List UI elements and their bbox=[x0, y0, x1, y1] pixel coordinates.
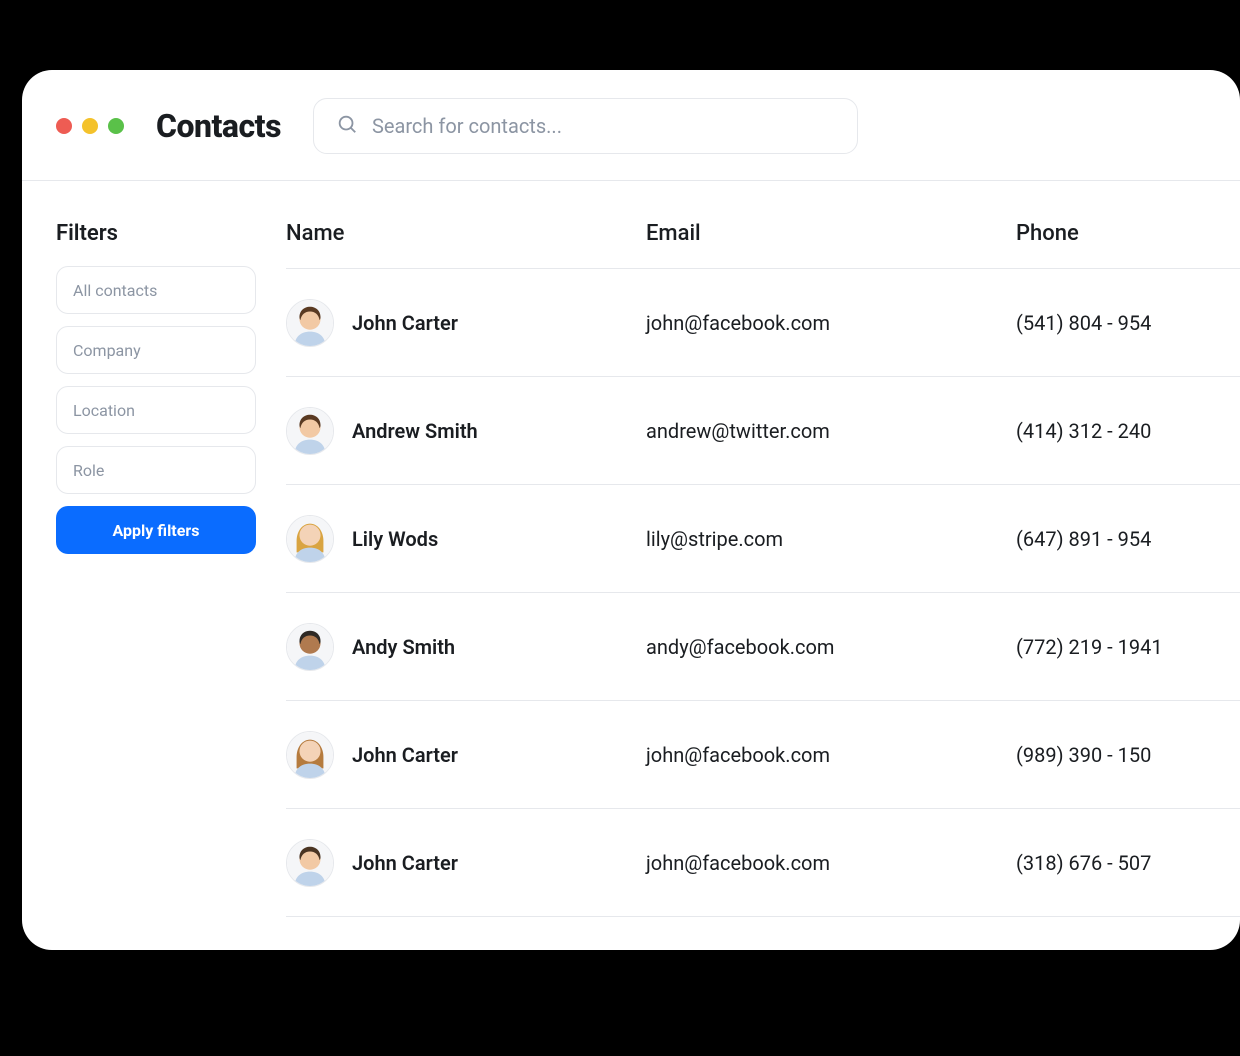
filter-role[interactable]: Role bbox=[56, 446, 256, 494]
cell-name: Andy Smith bbox=[286, 623, 646, 671]
table-body: John Carter john@facebook.com (541) 804 … bbox=[286, 269, 1240, 917]
filter-company[interactable]: Company bbox=[56, 326, 256, 374]
contact-name: John Carter bbox=[352, 311, 458, 335]
column-header-name: Name bbox=[286, 221, 646, 246]
contact-email: lily@stripe.com bbox=[646, 527, 1016, 551]
maximize-icon[interactable] bbox=[108, 118, 124, 134]
contact-email: john@facebook.com bbox=[646, 851, 1016, 875]
minimize-icon[interactable] bbox=[82, 118, 98, 134]
contact-phone: (989) 390 - 150 bbox=[1016, 743, 1240, 767]
contacts-table: Name Email Phone John Carter john@facebo… bbox=[286, 221, 1240, 949]
contact-email: andrew@twitter.com bbox=[646, 419, 1016, 443]
table-row[interactable]: Andy Smith andy@facebook.com (772) 219 -… bbox=[286, 593, 1240, 701]
cell-name: Lily Wods bbox=[286, 515, 646, 563]
cell-name: Andrew Smith bbox=[286, 407, 646, 455]
table-row[interactable]: Andrew Smith andrew@twitter.com (414) 31… bbox=[286, 377, 1240, 485]
contact-phone: (772) 219 - 1941 bbox=[1016, 635, 1240, 659]
avatar bbox=[286, 839, 334, 887]
avatar bbox=[286, 299, 334, 347]
contact-phone: (318) 676 - 507 bbox=[1016, 851, 1240, 875]
table-row[interactable]: John Carter john@facebook.com (541) 804 … bbox=[286, 269, 1240, 377]
table-row[interactable]: Lily Wods lily@stripe.com (647) 891 - 95… bbox=[286, 485, 1240, 593]
search-icon bbox=[336, 113, 358, 139]
contact-email: john@facebook.com bbox=[646, 743, 1016, 767]
contact-name: Andrew Smith bbox=[352, 419, 478, 443]
avatar bbox=[286, 623, 334, 671]
search-input[interactable] bbox=[372, 114, 835, 138]
avatar bbox=[286, 515, 334, 563]
avatar bbox=[286, 407, 334, 455]
page-title: Contacts bbox=[156, 107, 281, 145]
contact-phone: (414) 312 - 240 bbox=[1016, 419, 1240, 443]
column-header-email: Email bbox=[646, 221, 1016, 246]
cell-name: John Carter bbox=[286, 299, 646, 347]
cell-name: John Carter bbox=[286, 731, 646, 779]
contact-phone: (647) 891 - 954 bbox=[1016, 527, 1240, 551]
apply-filters-button[interactable]: Apply filters bbox=[56, 506, 256, 554]
top-bar: Contacts bbox=[22, 70, 1240, 181]
app-window: Contacts Filters All contacts Company Lo… bbox=[22, 70, 1240, 950]
content-body: Filters All contacts Company Location Ro… bbox=[22, 181, 1240, 949]
contact-email: andy@facebook.com bbox=[646, 635, 1016, 659]
table-row[interactable]: John Carter john@facebook.com (318) 676 … bbox=[286, 809, 1240, 917]
window-controls bbox=[56, 118, 124, 134]
contact-name: John Carter bbox=[352, 851, 458, 875]
contact-name: Andy Smith bbox=[352, 635, 455, 659]
filter-all-contacts[interactable]: All contacts bbox=[56, 266, 256, 314]
column-header-phone: Phone bbox=[1016, 221, 1240, 246]
search-box[interactable] bbox=[313, 98, 858, 154]
filters-title: Filters bbox=[56, 221, 286, 246]
contact-email: john@facebook.com bbox=[646, 311, 1016, 335]
avatar bbox=[286, 731, 334, 779]
contact-name: John Carter bbox=[352, 743, 458, 767]
filter-location[interactable]: Location bbox=[56, 386, 256, 434]
table-header: Name Email Phone bbox=[286, 221, 1240, 269]
cell-name: John Carter bbox=[286, 839, 646, 887]
contact-name: Lily Wods bbox=[352, 527, 438, 551]
close-icon[interactable] bbox=[56, 118, 72, 134]
contact-phone: (541) 804 - 954 bbox=[1016, 311, 1240, 335]
filters-panel: Filters All contacts Company Location Ro… bbox=[56, 221, 286, 949]
table-row[interactable]: John Carter john@facebook.com (989) 390 … bbox=[286, 701, 1240, 809]
